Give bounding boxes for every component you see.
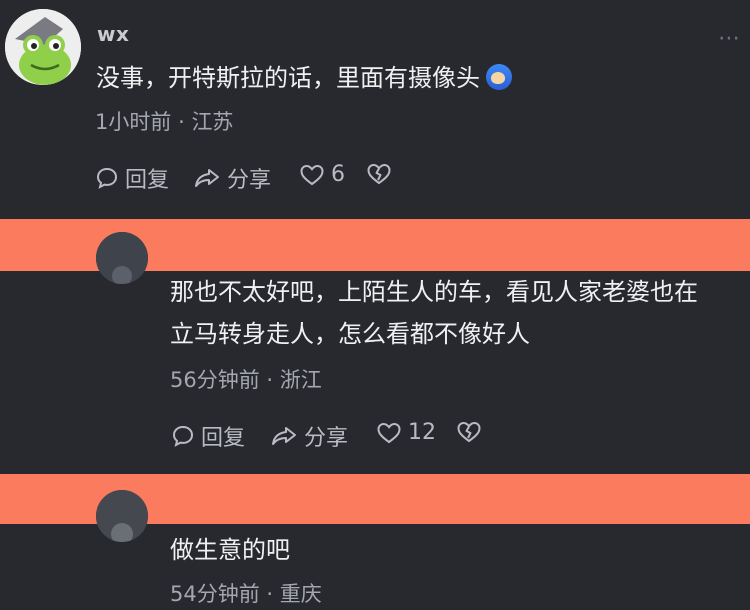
username[interactable]: wx xyxy=(97,22,129,46)
more-options-icon[interactable]: ⋯ xyxy=(718,26,741,51)
dislike-button[interactable] xyxy=(456,420,482,444)
comment-time: 54分钟前 xyxy=(170,582,260,606)
comment-location: 江苏 xyxy=(191,110,234,134)
separator: · xyxy=(266,582,274,606)
avatar[interactable] xyxy=(96,490,148,542)
comment-location: 重庆 xyxy=(279,582,322,606)
avatar[interactable] xyxy=(5,9,81,85)
reply-button[interactable]: 回复 xyxy=(171,420,245,452)
comment-meta: 56分钟前 · 浙江 xyxy=(170,364,322,394)
comment-meta: 54分钟前 · 重庆 xyxy=(170,578,322,608)
comment-location: 浙江 xyxy=(279,368,322,392)
comment-text-line: 立马转身走人，怎么看都不像好人 xyxy=(170,320,530,348)
share-label: 分享 xyxy=(227,168,272,193)
like-button[interactable]: 12 xyxy=(376,420,436,445)
share-label: 分享 xyxy=(304,426,349,451)
dislike-button[interactable] xyxy=(366,162,392,186)
share-button[interactable]: 分享 xyxy=(193,162,271,194)
reply-label: 回复 xyxy=(201,426,246,451)
user-avatar-icon xyxy=(96,490,148,542)
like-count: 6 xyxy=(331,162,345,187)
comment-meta: 1小时前 · 江苏 xyxy=(95,106,233,136)
comment-time: 1小时前 xyxy=(95,110,172,134)
comment-text: 做生意的吧 xyxy=(170,536,290,564)
comment-text-content: 没事，开特斯拉的话，里面有摄像头 xyxy=(96,64,480,92)
comment-bubble-icon xyxy=(96,167,118,189)
share-arrow-icon xyxy=(195,169,219,187)
separator: · xyxy=(266,368,274,392)
comment-text: 那也不太好吧，上陌生人的车，看见人家老婆也在 立马转身走人，怎么看都不像好人 xyxy=(170,271,698,355)
frog-avatar-icon xyxy=(5,9,81,85)
heart-icon xyxy=(377,422,401,443)
emoji-icon xyxy=(486,64,512,90)
comment-text: 没事，开特斯拉的话，里面有摄像头 xyxy=(96,57,512,99)
comment-bubble-icon xyxy=(172,425,194,447)
like-button[interactable]: 6 xyxy=(299,162,345,187)
share-arrow-icon xyxy=(272,427,296,445)
reply-button[interactable]: 回复 xyxy=(95,162,169,194)
heart-icon xyxy=(300,164,324,185)
avatar[interactable] xyxy=(96,232,148,284)
separator: · xyxy=(178,110,185,134)
reply-label: 回复 xyxy=(125,168,170,193)
broken-heart-icon xyxy=(367,163,391,185)
comment-text-line: 那也不太好吧，上陌生人的车，看见人家老婆也在 xyxy=(170,278,698,306)
user-avatar-icon xyxy=(96,232,148,284)
share-button[interactable]: 分享 xyxy=(270,420,348,452)
like-count: 12 xyxy=(408,420,436,445)
comment-time: 56分钟前 xyxy=(170,368,260,392)
broken-heart-icon xyxy=(457,421,481,443)
